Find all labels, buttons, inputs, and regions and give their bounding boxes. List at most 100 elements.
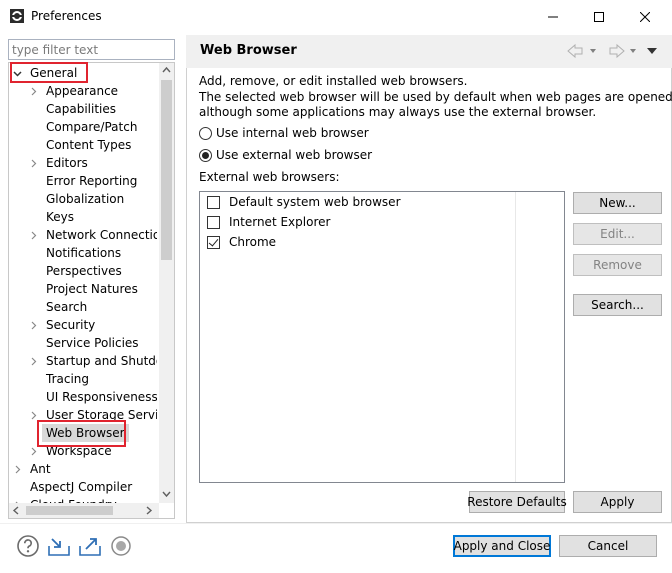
- tree-item-label: Compare/Patch: [46, 120, 138, 134]
- description-line-2: The selected web browser will be used by…: [199, 90, 672, 104]
- new-button[interactable]: New...: [573, 192, 662, 214]
- tree-item-tracing[interactable]: Tracing: [28, 370, 157, 388]
- scroll-down-icon[interactable]: [162, 490, 171, 498]
- tree-item-service-policies[interactable]: Service Policies: [28, 334, 157, 352]
- maximize-icon: [594, 11, 604, 22]
- tree-item-project-natures[interactable]: Project Natures: [28, 280, 157, 298]
- tree-item-label: Service Policies: [46, 336, 139, 350]
- view-menu-icon[interactable]: [647, 48, 657, 54]
- tree-item-label: Editors: [46, 156, 88, 170]
- footer-separator: [0, 523, 672, 524]
- tree-item-error-reporting[interactable]: Error Reporting: [28, 172, 157, 190]
- forward-dropdown-icon[interactable]: [630, 49, 636, 53]
- tree-item-notifications[interactable]: Notifications: [28, 244, 157, 262]
- tree-vertical-scroll-thumb[interactable]: [161, 80, 172, 260]
- radio-external-indicator[interactable]: [199, 148, 212, 162]
- history-nav: [566, 43, 662, 59]
- page-title: Web Browser: [200, 43, 297, 58]
- filter-input[interactable]: [8, 39, 175, 60]
- browser-label: Default system web browser: [229, 195, 401, 209]
- tree-item-keys[interactable]: Keys: [28, 208, 157, 226]
- export-icon[interactable]: [78, 534, 102, 558]
- remove-button[interactable]: Remove: [573, 254, 662, 276]
- tree-item-editors[interactable]: Editors: [28, 154, 157, 172]
- record-icon[interactable]: [109, 534, 133, 558]
- forward-arrow-icon[interactable]: [609, 43, 625, 59]
- tree-item-label: Security: [46, 318, 96, 332]
- list-item[interactable]: Chrome: [207, 234, 276, 250]
- tree-item-security[interactable]: Security: [28, 316, 157, 334]
- browser-label: Chrome: [229, 235, 277, 249]
- list-item[interactable]: Default system web browser: [207, 194, 401, 210]
- eclipse-app-icon: [10, 9, 24, 23]
- collapsed-chevron-icon[interactable]: [28, 82, 38, 100]
- search-button[interactable]: Search...: [573, 294, 662, 316]
- tree-item-ant[interactable]: Ant: [12, 460, 157, 478]
- radio-internal-indicator[interactable]: [199, 126, 212, 140]
- apply-button[interactable]: Apply: [573, 491, 662, 513]
- browser-checkbox[interactable]: [207, 195, 220, 209]
- tree-item-label: Appearance: [46, 84, 119, 98]
- collapsed-chevron-icon[interactable]: [28, 352, 38, 370]
- browser-checkbox[interactable]: [207, 235, 220, 249]
- tree-item-label: Network Connection: [46, 228, 157, 242]
- external-browsers-label: External web browsers:: [199, 170, 340, 184]
- tree-item-label: AspectJ Compiler: [30, 480, 133, 494]
- tree-item-aspectj-compiler[interactable]: AspectJ Compiler: [12, 478, 157, 496]
- tree-item-label: Globalization: [46, 192, 125, 206]
- scroll-left-icon[interactable]: [12, 506, 20, 515]
- tree-item-perspectives[interactable]: Perspectives: [28, 262, 157, 280]
- tree-item-label: Tracing: [46, 372, 90, 386]
- browser-checkbox[interactable]: [207, 215, 220, 229]
- tree-item-compare-patch[interactable]: Compare/Patch: [28, 118, 157, 136]
- scroll-right-icon[interactable]: [145, 506, 153, 515]
- tree-item-label: Keys: [46, 210, 75, 224]
- tree-item-search[interactable]: Search: [28, 298, 157, 316]
- tree-item-label: Project Natures: [46, 282, 138, 296]
- close-icon: [640, 11, 650, 22]
- tree-item-label: Capabilities: [46, 102, 116, 116]
- radio-external-label: Use external web browser: [216, 148, 373, 162]
- highlight-web-browser: [37, 420, 126, 447]
- maximize-button[interactable]: [576, 0, 622, 33]
- apply-and-close-button[interactable]: Apply and Close: [453, 535, 551, 557]
- collapsed-chevron-icon[interactable]: [12, 460, 22, 478]
- tree-item-startup-and-shutdown[interactable]: Startup and Shutdown: [28, 352, 157, 370]
- import-icon[interactable]: [47, 534, 71, 558]
- tree-item-content-types[interactable]: Content Types: [28, 136, 157, 154]
- minimize-icon: [548, 16, 558, 17]
- highlight-general: [10, 62, 88, 83]
- tree-item-label: Search: [46, 300, 88, 314]
- description-line-3: although some applications may always us…: [199, 105, 597, 119]
- window-title: Preferences: [31, 9, 102, 23]
- tree-item-label: UI Responsiveness M: [46, 390, 157, 404]
- tree-item-label: Error Reporting: [46, 174, 138, 188]
- tree-item-label: Ant: [30, 462, 51, 476]
- radio-internal-label: Use internal web browser: [216, 126, 369, 140]
- back-dropdown-icon[interactable]: [590, 49, 596, 53]
- close-button[interactable]: [622, 0, 668, 33]
- collapsed-chevron-icon[interactable]: [28, 316, 38, 334]
- minimize-button[interactable]: [530, 0, 576, 33]
- back-arrow-icon[interactable]: [567, 43, 583, 59]
- radio-external-browser[interactable]: Use external web browser: [199, 147, 372, 163]
- list-column-divider: [515, 192, 516, 482]
- tree-item-ui-responsiveness-m[interactable]: UI Responsiveness M: [28, 388, 157, 406]
- radio-internal-browser[interactable]: Use internal web browser: [199, 125, 369, 141]
- collapsed-chevron-icon[interactable]: [28, 226, 38, 244]
- tree-item-label: Perspectives: [46, 264, 122, 278]
- tree-item-capabilities[interactable]: Capabilities: [28, 100, 157, 118]
- list-item[interactable]: Internet Explorer: [207, 214, 330, 230]
- tree-horizontal-scroll-thumb[interactable]: [26, 506, 113, 515]
- scroll-up-icon[interactable]: [162, 66, 171, 74]
- tree-item-globalization[interactable]: Globalization: [28, 190, 157, 208]
- browser-label: Internet Explorer: [229, 215, 331, 229]
- restore-defaults-button[interactable]: Restore Defaults: [467, 491, 567, 513]
- cancel-button[interactable]: Cancel: [559, 535, 657, 557]
- help-icon[interactable]: [16, 534, 40, 558]
- tree-item-network-connection[interactable]: Network Connection: [28, 226, 157, 244]
- tree-item-appearance[interactable]: Appearance: [28, 82, 157, 100]
- collapsed-chevron-icon[interactable]: [28, 154, 38, 172]
- tree-item-label: Content Types: [46, 138, 132, 152]
- edit-button[interactable]: Edit...: [573, 223, 662, 245]
